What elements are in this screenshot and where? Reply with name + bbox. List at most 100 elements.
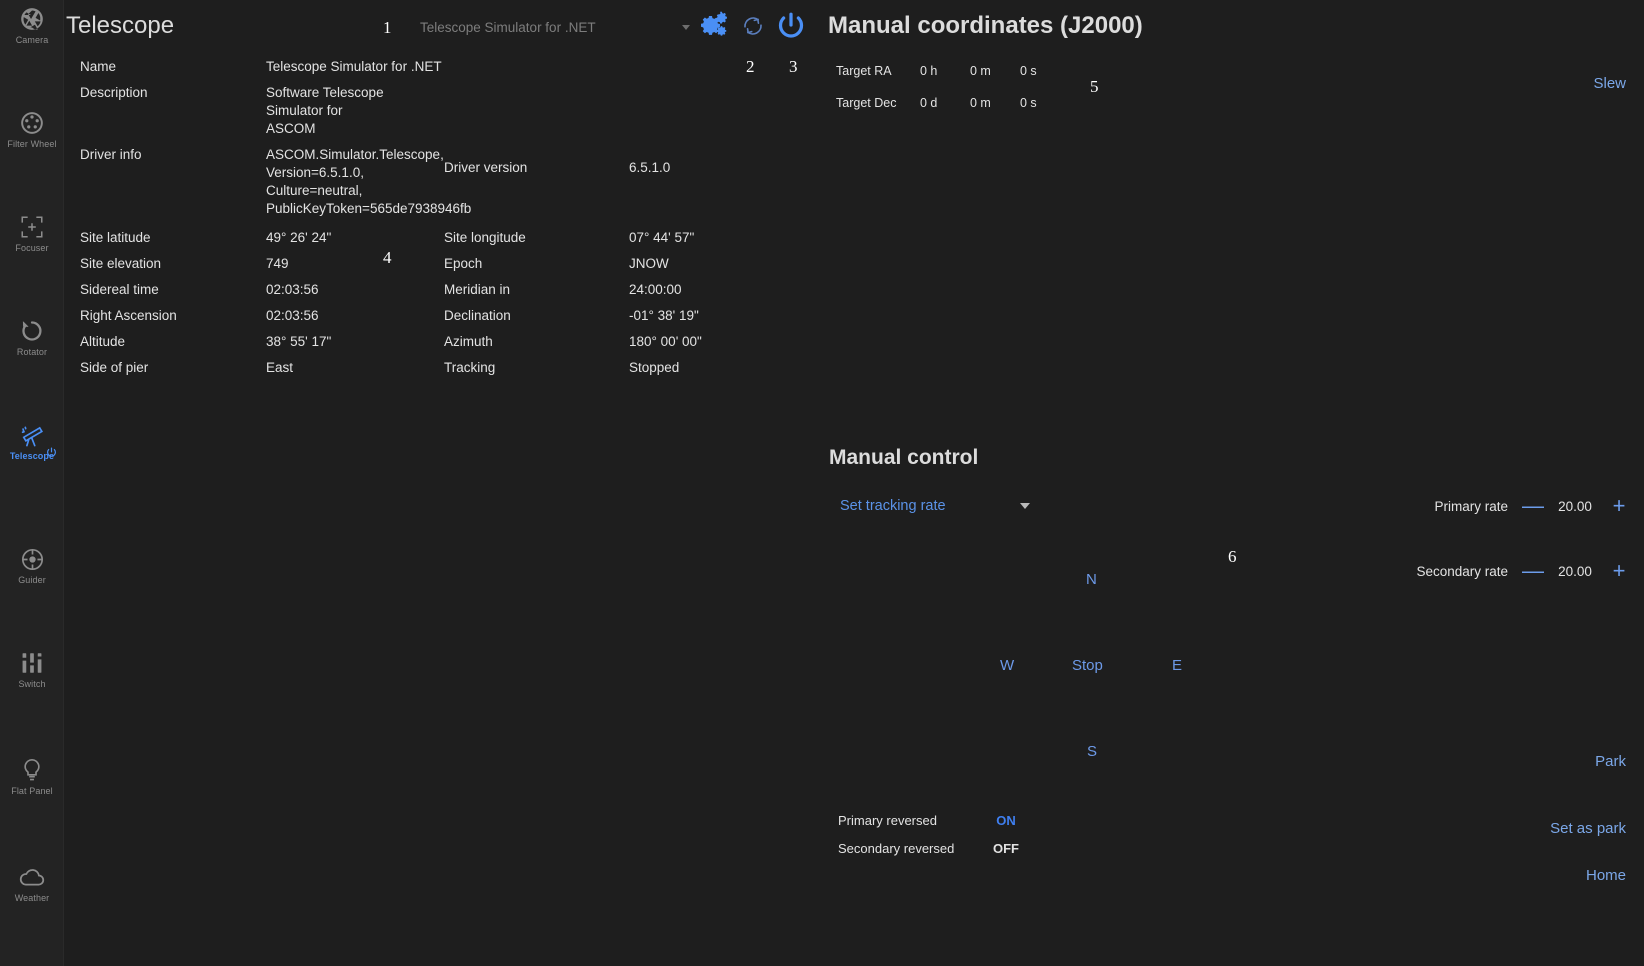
annotation-marker-1: 1 bbox=[383, 18, 392, 37]
switch-sliders-icon bbox=[17, 648, 47, 678]
sidebar-item-camera[interactable]: Camera bbox=[0, 0, 64, 52]
sidebar-item-label: Rotator bbox=[16, 347, 48, 357]
info-row-site-latitude: Site latitude 49° 26' 24" Site longitude… bbox=[80, 229, 780, 247]
sidebar-item-focuser[interactable]: Focuser bbox=[0, 208, 64, 260]
set-tracking-rate-dropdown[interactable]: Set tracking rate bbox=[840, 492, 1030, 520]
device-select-value: Telescope Simulator for .NET bbox=[420, 19, 596, 35]
info-value: Stopped bbox=[629, 360, 680, 375]
sidebar-item-label: Guider bbox=[18, 575, 46, 585]
target-dec-degrees-input[interactable]: 0 d bbox=[920, 96, 970, 110]
slew-button[interactable]: Slew bbox=[1593, 75, 1626, 92]
info-key: Driver info bbox=[80, 147, 142, 162]
info-key: Epoch bbox=[444, 256, 483, 271]
info-key: Right Ascension bbox=[80, 308, 177, 323]
secondary-reversed-label: Secondary reversed bbox=[838, 841, 955, 856]
telescope-connected-power-icon[interactable] bbox=[46, 445, 57, 457]
info-row-sidereal-time: Sidereal time 02:03:56 Meridian in 24:00… bbox=[80, 281, 780, 299]
sidebar-item-telescope[interactable]: Telescope bbox=[0, 416, 64, 468]
primary-reversed-row: Primary reversed ON bbox=[838, 813, 1026, 828]
secondary-rate-stepper: Secondary rate — 20.00 + bbox=[1416, 560, 1628, 582]
info-row-side-of-pier: Side of pier East Tracking Stopped bbox=[80, 359, 780, 377]
target-dec-minutes-input[interactable]: 0 m bbox=[970, 96, 1020, 110]
target-ra-hours-input[interactable]: 0 h bbox=[920, 64, 970, 78]
device-select-dropdown[interactable]: Telescope Simulator for .NET bbox=[420, 16, 690, 38]
info-value: Telescope Simulator for .NET bbox=[266, 59, 442, 74]
info-key: Description bbox=[80, 85, 148, 100]
info-key: Site elevation bbox=[80, 256, 162, 271]
sidebar-item-label: Focuser bbox=[15, 243, 49, 253]
target-dec-row: Target Dec 0 d 0 m 0 s bbox=[836, 90, 1070, 115]
info-row-site-elevation: Site elevation 749 Epoch JNOW bbox=[80, 255, 780, 273]
info-key: Side of pier bbox=[80, 360, 149, 375]
target-ra-minutes-input[interactable]: 0 m bbox=[970, 64, 1020, 78]
sidebar-item-label: Flat Panel bbox=[11, 786, 53, 796]
sidebar-item-rotator[interactable]: Rotator bbox=[0, 312, 64, 364]
info-row-description: Description Software Telescope Simulator… bbox=[80, 84, 780, 138]
info-value: 24:00:00 bbox=[629, 282, 682, 297]
primary-rate-label: Primary rate bbox=[1434, 498, 1508, 514]
info-key: Site longitude bbox=[444, 230, 526, 245]
info-key: Driver version bbox=[444, 160, 528, 175]
manual-coordinates-form: Target RA 0 h 0 m 0 s Target Dec 0 d 0 m… bbox=[836, 58, 1070, 122]
sidebar-item-flat-panel[interactable]: Flat Panel bbox=[0, 751, 64, 803]
info-value: 6.5.1.0 bbox=[629, 160, 671, 175]
info-value: 38° 55' 17" bbox=[266, 334, 332, 349]
power-icon[interactable] bbox=[775, 10, 807, 42]
target-ra-seconds-input[interactable]: 0 s bbox=[1020, 64, 1070, 78]
primary-reversed-label: Primary reversed bbox=[838, 813, 937, 828]
direction-pad: N W Stop E S bbox=[940, 555, 1260, 785]
secondary-rate-label: Secondary rate bbox=[1416, 563, 1508, 579]
info-key: Site latitude bbox=[80, 230, 151, 245]
sidebar-item-filter-wheel[interactable]: Filter Wheel bbox=[0, 104, 64, 156]
weather-cloud-icon bbox=[17, 862, 47, 892]
sidebar-item-label: Weather bbox=[14, 893, 50, 903]
park-button[interactable]: Park bbox=[1595, 753, 1626, 770]
secondary-rate-decrement-button[interactable]: — bbox=[1522, 560, 1544, 582]
info-row-altitude: Altitude 38° 55' 17" Azimuth 180° 00' 00… bbox=[80, 333, 780, 351]
primary-reversed-toggle[interactable]: ON bbox=[986, 813, 1026, 828]
move-north-button[interactable]: N bbox=[1086, 571, 1097, 588]
telescope-icon bbox=[17, 420, 47, 450]
secondary-rate-increment-button[interactable]: + bbox=[1610, 560, 1628, 582]
target-ra-label: Target RA bbox=[836, 63, 892, 78]
sidebar-item-label: Camera bbox=[15, 35, 49, 45]
move-west-button[interactable]: W bbox=[1000, 657, 1014, 674]
info-value: -01° 38' 19" bbox=[629, 308, 699, 323]
guider-icon bbox=[17, 544, 47, 574]
sidebar-item-guider[interactable]: Guider bbox=[0, 540, 64, 592]
secondary-rate-value[interactable]: 20.00 bbox=[1554, 564, 1596, 579]
move-south-button[interactable]: S bbox=[1087, 743, 1097, 760]
info-key: Tracking bbox=[444, 360, 496, 375]
primary-rate-value[interactable]: 20.00 bbox=[1554, 499, 1596, 514]
home-button[interactable]: Home bbox=[1586, 867, 1626, 884]
primary-rate-decrement-button[interactable]: — bbox=[1522, 495, 1544, 517]
info-row-name: Name Telescope Simulator for .NET bbox=[80, 58, 780, 76]
sidebar-item-switch[interactable]: Switch bbox=[0, 644, 64, 696]
info-row-right-ascension: Right Ascension 02:03:56 Declination -01… bbox=[80, 307, 780, 325]
target-dec-seconds-input[interactable]: 0 s bbox=[1020, 96, 1070, 110]
info-value: Software Telescope Simulator for ASCOM bbox=[266, 85, 384, 136]
annotation-marker-3: 3 bbox=[789, 57, 798, 76]
info-value: 02:03:56 bbox=[266, 282, 319, 297]
flat-panel-bulb-icon bbox=[17, 755, 47, 785]
set-as-park-button[interactable]: Set as park bbox=[1550, 820, 1626, 837]
gear-settings-icon[interactable] bbox=[698, 10, 730, 42]
set-tracking-rate-label: Set tracking rate bbox=[840, 498, 946, 514]
info-value: 180° 00' 00" bbox=[629, 334, 702, 349]
info-value: 749 bbox=[266, 256, 289, 271]
info-value: 07° 44' 57" bbox=[629, 230, 695, 245]
sidebar-item-weather[interactable]: Weather bbox=[0, 858, 64, 910]
page-title: Telescope bbox=[66, 12, 175, 39]
refresh-icon[interactable] bbox=[738, 10, 768, 42]
device-sidebar: Camera Filter Wheel Focuser Rotator Tele… bbox=[0, 0, 64, 966]
target-dec-label: Target Dec bbox=[836, 95, 897, 110]
sidebar-item-label: Switch bbox=[18, 679, 46, 689]
primary-rate-increment-button[interactable]: + bbox=[1610, 495, 1628, 517]
info-key: Sidereal time bbox=[80, 282, 159, 297]
move-east-button[interactable]: E bbox=[1172, 657, 1182, 674]
telescope-app-window: Camera Filter Wheel Focuser Rotator Tele… bbox=[0, 0, 1644, 966]
info-value: ASCOM.Simulator.Telescope, Version=6.5.1… bbox=[266, 147, 472, 216]
info-value: JNOW bbox=[629, 256, 669, 271]
secondary-reversed-toggle[interactable]: OFF bbox=[986, 841, 1026, 856]
stop-button[interactable]: Stop bbox=[1072, 657, 1103, 674]
